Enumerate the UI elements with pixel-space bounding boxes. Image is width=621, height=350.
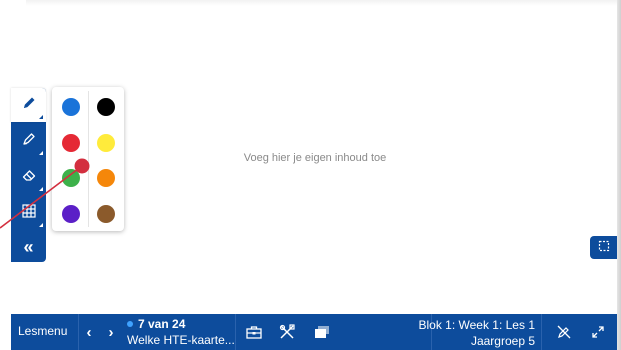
color-swatch-black[interactable] — [97, 98, 115, 116]
bottom-navigation-bar: Lesmenu ‹ › 7 van 24 Welke HTE-kaarte... — [11, 314, 617, 350]
color-swatch-orange[interactable] — [97, 169, 115, 187]
selection-frame-button[interactable] — [590, 236, 617, 259]
bar-divider — [541, 314, 542, 350]
color-swatch-brown[interactable] — [97, 205, 115, 223]
lesson-info: Blok 1: Week 1: Les 1 Jaargroep 5 — [418, 317, 535, 349]
hide-annotations-icon[interactable] — [554, 322, 574, 342]
bar-divider — [235, 314, 236, 350]
next-slide-button[interactable]: › — [103, 322, 119, 342]
highlighter-tool-button[interactable] — [11, 124, 46, 158]
toolbox-icon[interactable] — [244, 322, 264, 342]
color-swatch-yellow[interactable] — [97, 134, 115, 152]
slide-position-text: 7 van 24 — [138, 317, 186, 331]
expand-icon[interactable] — [588, 322, 608, 342]
current-slide-dot — [127, 321, 133, 327]
bar-divider — [78, 314, 79, 350]
pen-icon — [21, 95, 37, 116]
board-placeholder-text[interactable]: Voeg hier je eigen inhoud toe — [160, 152, 470, 164]
lesson-group-label: Jaargroep 5 — [470, 334, 535, 348]
tools-icon[interactable] — [277, 322, 297, 342]
selection-frame-icon — [598, 239, 610, 257]
slide-position: 7 van 24 — [127, 317, 185, 331]
lesson-board: Voeg hier je eigen inhoud toe « Lesmenu … — [0, 0, 621, 350]
tool-options-corner — [39, 151, 43, 155]
color-swatch-red[interactable] — [62, 134, 80, 152]
windows-icon[interactable] — [312, 322, 332, 342]
tool-options-corner — [39, 115, 43, 119]
lesmenu-button[interactable]: Lesmenu — [18, 324, 67, 338]
pointer-indicator — [0, 158, 90, 229]
lesson-week-label: Blok 1: Week 1: Les 1 — [418, 318, 535, 332]
board-top-shadow — [26, 0, 617, 6]
pen-tool-button[interactable] — [11, 88, 46, 122]
previous-slide-button[interactable]: ‹ — [81, 322, 97, 342]
slide-title[interactable]: Welke HTE-kaarte... — [127, 333, 235, 347]
board-right-shadow — [617, 0, 621, 350]
highlighter-icon — [21, 131, 37, 152]
color-swatch-blue[interactable] — [62, 98, 80, 116]
